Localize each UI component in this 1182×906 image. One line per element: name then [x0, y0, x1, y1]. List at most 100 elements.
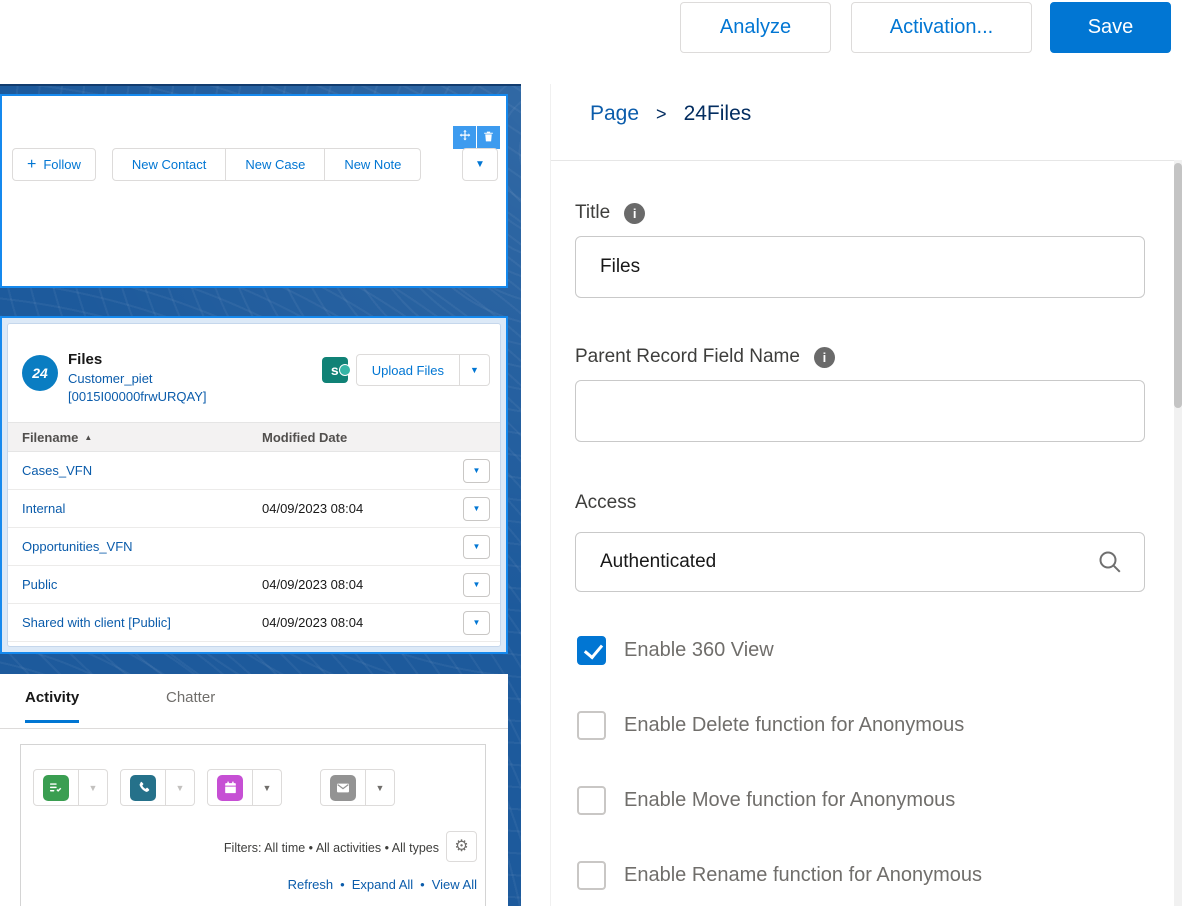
- tab-chatter[interactable]: Chatter: [166, 689, 215, 706]
- upload-files-button[interactable]: Upload Files: [356, 354, 460, 386]
- access-input[interactable]: [575, 532, 1145, 592]
- breadcrumb-page-link[interactable]: Page: [590, 102, 639, 126]
- filename-link[interactable]: Shared with client [Public]: [22, 615, 171, 630]
- filename-column-header[interactable]: Filename ▲: [8, 430, 262, 445]
- checkbox-row: Enable 360 View: [577, 636, 774, 665]
- enable-360-view-label: Enable 360 View: [624, 639, 774, 662]
- checkbox-row: Enable Delete function for Anonymous: [577, 711, 964, 740]
- checkbox-row: Enable Rename function for Anonymous: [577, 861, 982, 890]
- enable-360-view-checkbox[interactable]: [577, 636, 606, 665]
- access-label: Access: [575, 492, 636, 514]
- table-row: Shared with client [Public] 04/09/2023 0…: [8, 604, 500, 642]
- table-row: Public 04/09/2023 08:04 ▼: [8, 566, 500, 604]
- access-combobox: [575, 532, 1145, 592]
- enable-delete-anonymous-label: Enable Delete function for Anonymous: [624, 714, 964, 737]
- filename-link[interactable]: Internal: [22, 501, 65, 516]
- tab-activity[interactable]: Activity: [25, 689, 79, 723]
- panel-header-divider: [551, 160, 1182, 161]
- filename-link[interactable]: Cases_VFN: [22, 463, 92, 478]
- email-dropdown-button[interactable]: ▼: [366, 769, 395, 806]
- bullet-separator: •: [340, 877, 345, 892]
- activity-links: Refresh • Expand All • View All: [288, 877, 477, 892]
- save-button[interactable]: Save: [1050, 2, 1171, 53]
- enable-rename-anonymous-label: Enable Rename function for Anonymous: [624, 864, 982, 887]
- activation-button[interactable]: Activation...: [851, 2, 1032, 53]
- bullet-separator: •: [420, 877, 425, 892]
- access-field-label-row: Access: [575, 492, 636, 514]
- email-group: ▼: [320, 769, 395, 806]
- actions-overflow-button[interactable]: ▼: [462, 148, 498, 181]
- files-table-header: Filename ▲ Modified Date: [8, 422, 500, 452]
- property-panel: Page > 24Files Title i Parent Record Fie…: [551, 84, 1182, 906]
- enable-rename-anonymous-checkbox[interactable]: [577, 861, 606, 890]
- modified-date-cell: 04/09/2023 08:04: [262, 577, 463, 592]
- files-title: Files: [68, 350, 207, 370]
- row-actions-button[interactable]: ▼: [463, 459, 490, 483]
- new-case-button[interactable]: New Case: [226, 148, 325, 181]
- parent-record-field-input[interactable]: [575, 380, 1145, 442]
- email-icon: [330, 775, 356, 801]
- plus-icon: +: [27, 157, 36, 173]
- email-button[interactable]: [320, 769, 366, 806]
- move-icon: [458, 129, 472, 146]
- new-note-button[interactable]: New Note: [325, 148, 421, 181]
- table-row: Internal 04/09/2023 08:04 ▼: [8, 490, 500, 528]
- app-root: Analyze Activation... Save +: [0, 0, 1182, 906]
- record-action-group: New Contact New Case New Note: [112, 148, 421, 181]
- filename-link[interactable]: Public: [22, 577, 57, 592]
- event-dropdown-button[interactable]: ▼: [253, 769, 282, 806]
- enable-move-anonymous-label: Enable Move function for Anonymous: [624, 789, 955, 812]
- row-actions-button[interactable]: ▼: [463, 573, 490, 597]
- call-dropdown-button[interactable]: ▼: [166, 769, 195, 806]
- expand-all-link[interactable]: Expand All: [352, 877, 413, 892]
- row-actions-button[interactable]: ▼: [463, 497, 490, 521]
- panel-scrollbar-thumb[interactable]: [1174, 163, 1182, 408]
- row-actions-button[interactable]: ▼: [463, 611, 490, 635]
- modified-date-column-header[interactable]: Modified Date: [262, 430, 500, 445]
- activity-composer: ▼ ▼: [20, 744, 486, 906]
- title-info-icon[interactable]: i: [624, 203, 645, 224]
- highlights-panel-component[interactable]: + Follow New Contact New Case New Note ▼: [0, 94, 508, 288]
- log-call-group: ▼: [120, 769, 195, 806]
- record-link[interactable]: Customer_piet: [68, 370, 207, 388]
- follow-button[interactable]: + Follow: [12, 148, 96, 181]
- title-input[interactable]: [575, 236, 1145, 298]
- view-all-link[interactable]: View All: [432, 877, 477, 892]
- parent-record-field-label: Parent Record Field Name: [575, 346, 800, 368]
- task-dropdown-button[interactable]: ▼: [79, 769, 108, 806]
- sort-asc-icon: ▲: [84, 433, 92, 442]
- 24files-badge-icon: 24: [22, 355, 58, 391]
- analyze-button[interactable]: Analyze: [680, 2, 831, 53]
- modified-date-cell: 04/09/2023 08:04: [262, 501, 463, 516]
- filename-link[interactable]: Opportunities_VFN: [22, 539, 133, 554]
- upload-button-group: Upload Files ▼: [356, 354, 490, 386]
- files-titles: Files Customer_piet [0015I00000frwURQAY]: [68, 350, 207, 405]
- table-row: Cases_VFN ▼: [8, 452, 500, 490]
- parent-record-field-info-icon[interactable]: i: [814, 347, 835, 368]
- enable-delete-anonymous-checkbox[interactable]: [577, 711, 606, 740]
- move-component-button[interactable]: [453, 126, 476, 149]
- enable-move-anonymous-checkbox[interactable]: [577, 786, 606, 815]
- files-card: 24 Files Customer_piet [0015I00000frwURQ…: [7, 323, 501, 647]
- sharepoint-icon: s: [322, 357, 348, 383]
- new-contact-button[interactable]: New Contact: [112, 148, 226, 181]
- table-row: Opportunities_VFN ▼: [8, 528, 500, 566]
- delete-component-button[interactable]: [477, 126, 500, 149]
- filters-settings-button[interactable]: ⚙: [446, 831, 477, 862]
- refresh-link[interactable]: Refresh: [288, 877, 334, 892]
- builder-canvas: + Follow New Contact New Case New Note ▼…: [0, 84, 521, 906]
- log-call-button[interactable]: [120, 769, 166, 806]
- new-event-button[interactable]: [207, 769, 253, 806]
- phone-icon: [130, 775, 156, 801]
- new-task-button[interactable]: [33, 769, 79, 806]
- follow-label: Follow: [43, 157, 81, 172]
- record-id-link[interactable]: [0015I00000frwURQAY]: [68, 388, 207, 406]
- checkbox-row: Enable Move function for Anonymous: [577, 786, 955, 815]
- trash-icon: [482, 130, 495, 146]
- row-actions-button[interactable]: ▼: [463, 535, 490, 559]
- record-actions-row: + Follow New Contact New Case New Note ▼: [12, 148, 498, 181]
- upload-files-dropdown-button[interactable]: ▼: [460, 354, 490, 386]
- files-component[interactable]: 24 Files Customer_piet [0015I00000frwURQ…: [0, 316, 508, 654]
- breadcrumb-current: 24Files: [684, 102, 752, 126]
- new-task-group: ▼: [33, 769, 108, 806]
